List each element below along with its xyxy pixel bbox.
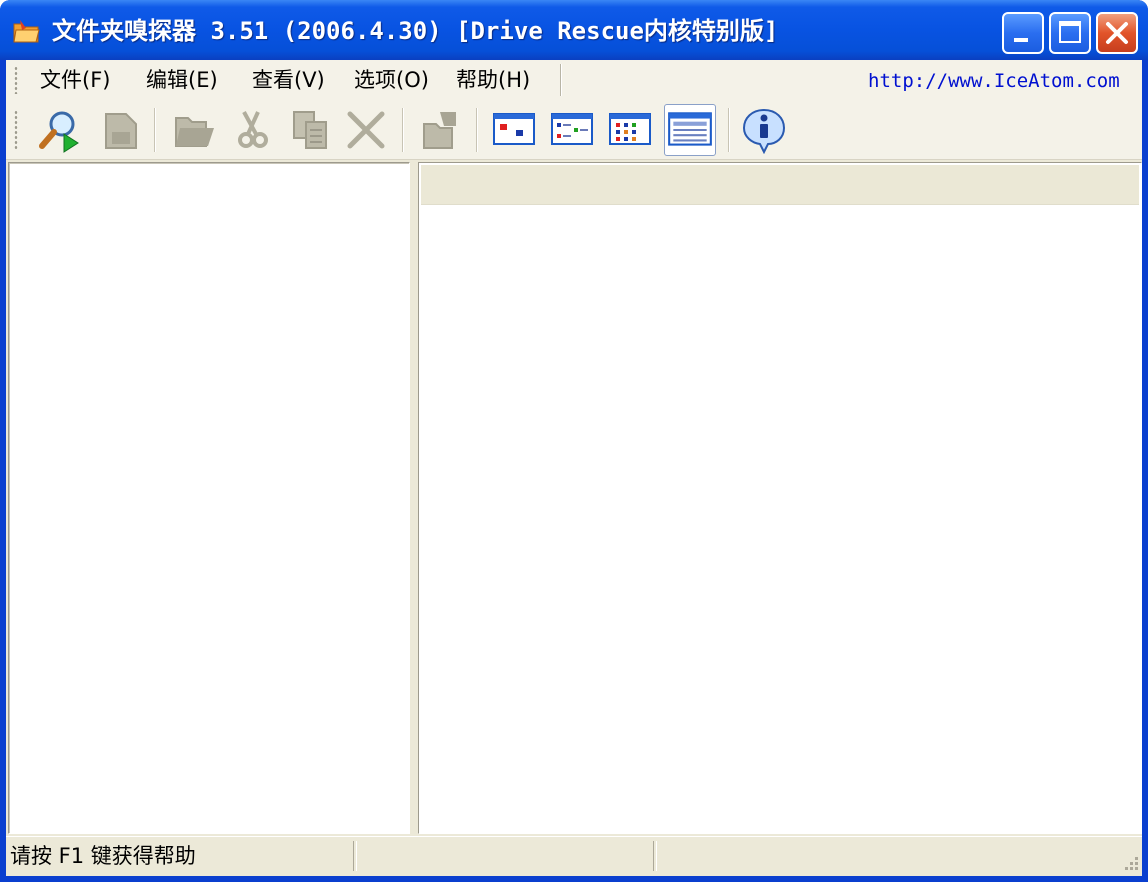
about-info-icon xyxy=(742,108,786,155)
minimize-icon xyxy=(1014,38,1028,42)
properties-icon xyxy=(423,112,456,149)
save-button[interactable] xyxy=(96,106,144,154)
list-column-header[interactable] xyxy=(421,165,1139,205)
open-folder-icon xyxy=(175,117,214,147)
menu-separator xyxy=(560,64,562,96)
view-list-icon xyxy=(609,113,651,145)
maximize-icon xyxy=(1059,21,1081,43)
close-icon xyxy=(1106,22,1128,44)
file-list-pane[interactable] xyxy=(418,162,1142,834)
scan-button[interactable] xyxy=(36,106,84,154)
minimize-button[interactable] xyxy=(1002,12,1044,54)
toolbar-grip[interactable] xyxy=(14,110,18,150)
menu-view[interactable]: 查看(V) xyxy=(252,64,325,96)
status-message: 请按 F1 键获得帮助 xyxy=(6,841,354,871)
toolbar-separator xyxy=(402,108,404,152)
view-small-icons-icon xyxy=(551,113,593,145)
toolbar xyxy=(6,100,1142,160)
cut-button[interactable] xyxy=(228,106,276,154)
copy-icon xyxy=(293,111,327,149)
menu-bar: 文件(F) 编辑(E) 查看(V) 选项(O) 帮助(H) http://www… xyxy=(6,60,1142,100)
maximize-button[interactable] xyxy=(1049,12,1091,54)
status-panel-2 xyxy=(356,841,654,871)
toolbar-separator xyxy=(728,108,730,152)
pane-splitter[interactable] xyxy=(410,162,418,834)
open-folder-button[interactable] xyxy=(170,106,218,154)
client-area: 文件(F) 编辑(E) 查看(V) 选项(O) 帮助(H) http://www… xyxy=(6,60,1142,876)
properties-button[interactable] xyxy=(416,106,464,154)
cut-icon xyxy=(238,111,268,148)
view-small-icons-button[interactable] xyxy=(548,106,596,154)
toolbar-separator xyxy=(476,108,478,152)
resize-grip-icon[interactable] xyxy=(1120,854,1140,874)
view-large-icons-button[interactable] xyxy=(490,106,538,154)
view-details-button[interactable] xyxy=(664,104,716,156)
view-large-icons-icon xyxy=(493,113,535,145)
toolbar-separator xyxy=(154,108,156,152)
delete-icon xyxy=(347,111,385,149)
save-icon xyxy=(105,113,137,149)
about-button[interactable] xyxy=(740,106,788,155)
main-window: 文件夹嗅探器 3.51 (2006.4.30) [Drive Rescue内核特… xyxy=(0,0,1148,882)
status-panel-3 xyxy=(656,841,1116,871)
app-folder-icon xyxy=(13,20,40,43)
website-link[interactable]: http://www.IceAtom.com xyxy=(868,66,1120,96)
status-bar: 请按 F1 键获得帮助 xyxy=(6,836,1142,876)
search-scan-icon xyxy=(39,111,79,153)
title-bar[interactable]: 文件夹嗅探器 3.51 (2006.4.30) [Drive Rescue内核特… xyxy=(0,0,1148,60)
copy-button[interactable] xyxy=(286,106,334,154)
folder-tree-pane[interactable] xyxy=(8,162,410,834)
menu-edit[interactable]: 编辑(E) xyxy=(146,64,218,96)
window-title: 文件夹嗅探器 3.51 (2006.4.30) [Drive Rescue内核特… xyxy=(52,17,779,45)
view-list-button[interactable] xyxy=(606,106,654,154)
menu-help[interactable]: 帮助(H) xyxy=(456,64,530,96)
menu-options[interactable]: 选项(O) xyxy=(354,64,429,96)
menubar-grip[interactable] xyxy=(14,66,18,94)
delete-button[interactable] xyxy=(342,106,390,154)
close-button[interactable] xyxy=(1096,12,1138,54)
view-details-icon xyxy=(668,112,712,146)
menu-file[interactable]: 文件(F) xyxy=(40,64,110,96)
